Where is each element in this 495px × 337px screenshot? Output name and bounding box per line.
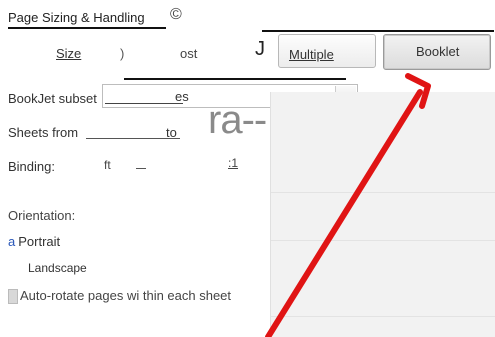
annotation-arrow-shaft xyxy=(265,89,423,337)
red-arrow-icon xyxy=(265,73,431,337)
